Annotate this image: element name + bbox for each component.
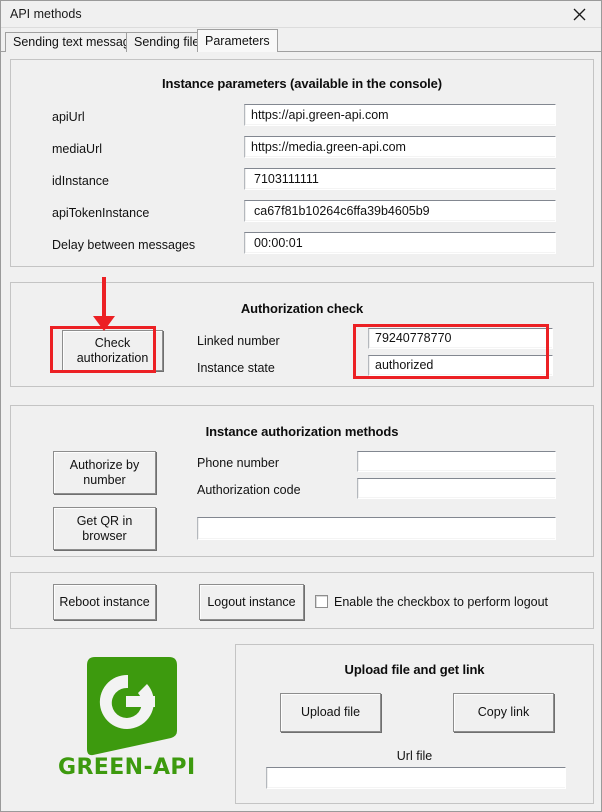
logout-instance-button[interactable]: Logout instance	[199, 584, 304, 620]
label-idinstance: idInstance	[52, 174, 109, 188]
upload-file-button[interactable]: Upload file	[280, 693, 381, 732]
check-authorization-button[interactable]: Check authorization	[62, 330, 163, 371]
green-api-logo	[77, 657, 179, 762]
authorization-methods-panel: Instance authorization methods Authorize…	[10, 405, 594, 557]
api-methods-window: API methods Sending text messages Sendin…	[0, 0, 602, 812]
copy-link-button[interactable]: Copy link	[453, 693, 554, 732]
label-phone-number: Phone number	[197, 456, 280, 470]
title-bar: API methods	[1, 1, 601, 28]
annotation-arrow-shaft	[102, 277, 106, 321]
label-apiurl: apiUrl	[52, 110, 85, 124]
authorization-check-title: Authorization check	[240, 301, 364, 316]
label-apitokeninstance: apiTokenInstance	[52, 206, 150, 220]
phone-number-field[interactable]	[357, 451, 556, 472]
instance-parameters-title: Instance parameters (available in the co…	[161, 76, 443, 91]
tab-parameters[interactable]: Parameters	[197, 29, 278, 52]
instance-parameters-panel: Instance parameters (available in the co…	[10, 59, 594, 267]
label-mediaurl: mediaUrl	[52, 142, 103, 156]
idinstance-field[interactable]: 7103111111	[244, 168, 556, 190]
label-delay-between-messages: Delay between messages	[52, 238, 196, 252]
upload-file-panel: Upload file and get link Upload file Cop…	[235, 644, 594, 804]
logout-confirm-checkbox[interactable]	[315, 595, 328, 608]
url-file-label: Url file	[396, 749, 433, 763]
authorization-methods-title: Instance authorization methods	[205, 424, 399, 439]
tab-strip: Sending text messages Sending files Para…	[1, 28, 601, 52]
green-api-wordmark: GREEN-API	[58, 755, 196, 780]
linked-number-field[interactable]: 79240778770	[368, 328, 553, 349]
upload-file-title: Upload file and get link	[344, 662, 485, 677]
label-authorization-code: Authorization code	[197, 483, 301, 497]
label-instance-state: Instance state	[197, 361, 275, 375]
mediaurl-field[interactable]: https://media.green-api.com	[244, 136, 556, 158]
authorize-by-number-button[interactable]: Authorize by number	[53, 451, 156, 494]
delay-between-messages-field[interactable]: 00:00:01	[244, 232, 556, 254]
reboot-instance-button[interactable]: Reboot instance	[53, 584, 156, 620]
window-title: API methods	[10, 7, 82, 21]
close-button[interactable]	[557, 1, 601, 27]
instance-state-field[interactable]: authorized	[368, 355, 553, 376]
logout-confirm-checkbox-label: Enable the checkbox to perform logout	[334, 595, 549, 609]
authorization-check-panel: Authorization check Check authorization …	[10, 282, 594, 387]
label-linked-number: Linked number	[197, 334, 280, 348]
close-icon	[573, 8, 585, 20]
url-file-field[interactable]	[266, 767, 566, 789]
authorization-code-field[interactable]	[357, 478, 556, 499]
qr-link-field[interactable]	[197, 517, 556, 540]
apiurl-field[interactable]: https://api.green-api.com	[244, 104, 556, 126]
green-api-logo-icon	[87, 657, 177, 756]
apitokeninstance-field[interactable]: ca67f81b10264c6ffa39b4605b9	[244, 200, 556, 222]
instance-actions-panel: Reboot instance Logout instance Enable t…	[10, 572, 594, 629]
get-qr-in-browser-button[interactable]: Get QR in browser	[53, 507, 156, 550]
annotation-arrow-head	[93, 316, 115, 331]
